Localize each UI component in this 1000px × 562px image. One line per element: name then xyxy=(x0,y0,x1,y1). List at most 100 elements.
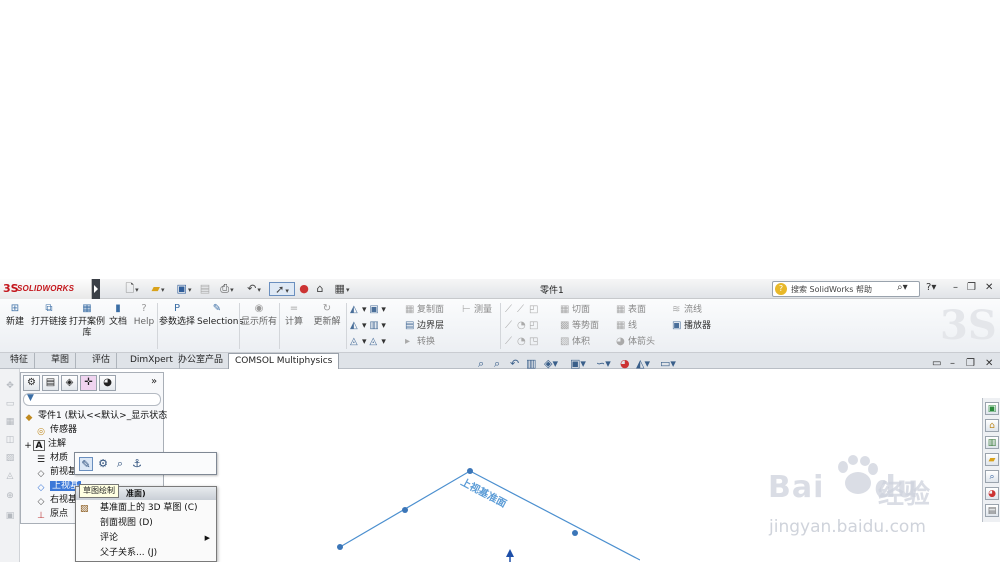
help-search-box[interactable]: ? 搜索 SolidWorks 帮助 ⌕▾ xyxy=(772,281,920,297)
show-all-button[interactable]: ◉ 显示所有 xyxy=(241,303,277,328)
home-icon[interactable]: ⌂ xyxy=(985,419,999,432)
tool-icon[interactable]: ▭ xyxy=(4,399,16,409)
menu-item-3d-sketch-on-plane[interactable]: ▨ 基准面上的 3D 草图 (C) xyxy=(76,501,216,515)
apply-scene-icon[interactable]: ◭▾ xyxy=(636,357,650,371)
solidworks-resources-icon[interactable]: ▣ xyxy=(985,402,999,415)
viewport-close-icon[interactable]: ✕ xyxy=(985,358,993,369)
hide-show-items-icon[interactable]: ∽▾ xyxy=(596,357,611,371)
file-explorer-icon[interactable]: ▰ xyxy=(985,453,999,466)
save-button[interactable]: ▣▾ xyxy=(172,282,196,296)
measure-button[interactable]: ⊢ 测量 xyxy=(462,304,492,316)
player-button[interactable]: ▣ 播放器 xyxy=(672,320,711,332)
open-file-button[interactable]: ▰▾ xyxy=(146,282,170,296)
options-button[interactable]: ▦▾ xyxy=(330,282,354,296)
viewport-minimize-icon[interactable]: ▭ xyxy=(932,358,941,369)
open-example-library-button[interactable]: ▦ 打开案例库 xyxy=(69,303,105,339)
convert-button[interactable]: ▸ 转换 xyxy=(405,336,435,348)
copy-face-button[interactable]: ▦ 复制面 xyxy=(405,304,444,316)
featuremanager-tab-icon[interactable]: ⚙ xyxy=(23,375,40,391)
chevron-down-icon[interactable]: ▾ xyxy=(285,287,289,295)
line-button[interactable]: ▦ 线 xyxy=(616,320,637,332)
tab-evaluate[interactable]: 评估 xyxy=(86,353,118,369)
tree-item-front-plane[interactable]: ◇ 前视基 xyxy=(35,465,77,479)
plot-tools-row-1[interactable]: ⟋ ⟋ ◰ xyxy=(505,304,541,316)
print-button[interactable]: ▤ xyxy=(198,282,212,296)
streamline-button[interactable]: ≋ 流线 xyxy=(672,304,702,316)
tool-icon[interactable]: ◬ xyxy=(4,471,16,481)
previous-view-icon[interactable]: ↶ xyxy=(510,357,519,371)
tab-comsol-multiphysics[interactable]: COMSOL Multiphysics xyxy=(228,353,340,370)
chevron-down-icon[interactable]: ▾ xyxy=(135,286,139,294)
rebuild-button[interactable]: ● xyxy=(298,282,310,296)
help-menu-button[interactable]: ?▾ xyxy=(926,282,936,293)
parameter-select-button[interactable]: P 参数选择 xyxy=(159,303,195,328)
tree-item-right-plane[interactable]: ◇ 右视基 xyxy=(35,493,77,507)
edit-feature-icon[interactable]: ⚙ xyxy=(96,457,110,471)
tool-icon[interactable]: ▨ xyxy=(4,453,16,463)
solidworks-logo[interactable]: 3S SOLIDWORKS xyxy=(0,279,92,299)
close-icon[interactable]: ✕ xyxy=(985,282,993,293)
surface-button[interactable]: ▦ 表面 xyxy=(616,304,646,316)
plot-tools-row-2[interactable]: ⟋ ◔ ◰ xyxy=(505,320,541,332)
expand-icon[interactable]: + xyxy=(23,441,33,452)
open-link-button[interactable]: ⧉ 打开链接 xyxy=(31,303,67,328)
tool-icon[interactable]: ⊕ xyxy=(4,491,16,501)
menu-item-parent-child[interactable]: 父子关系... (J) xyxy=(76,546,216,560)
propertymanager-tab-icon[interactable]: ▤ xyxy=(42,375,59,391)
tool-icon[interactable]: ▦ xyxy=(4,417,16,427)
select-button[interactable]: ➚▾ xyxy=(269,282,295,296)
tab-features[interactable]: 特征 xyxy=(4,353,36,369)
tab-sketch[interactable]: 草图 xyxy=(45,353,77,369)
menu-item-comment[interactable]: 评论 ▶ xyxy=(76,531,216,545)
design-library-icon[interactable]: ▥ xyxy=(985,436,999,449)
search-icon[interactable]: ⌕ xyxy=(985,470,999,483)
cut-plane-button[interactable]: ▦ 切面 xyxy=(560,304,590,316)
menu-expand-arrow[interactable] xyxy=(92,279,100,299)
zoom-to-fit-icon[interactable]: ⌕ xyxy=(478,357,484,371)
tool-icon[interactable]: ◫ xyxy=(4,435,16,445)
tree-item-sensors[interactable]: ◎ 传感器 xyxy=(35,423,77,437)
display-style-icon[interactable]: ▣▾ xyxy=(570,357,586,371)
custom-properties-icon[interactable]: ▤ xyxy=(985,504,999,517)
geometry-tools-row-1[interactable]: ◭ ▾ ▣ ▾ xyxy=(350,304,386,316)
top-plane-graphic[interactable]: 上视基准面 xyxy=(320,460,640,562)
view-settings-icon[interactable]: ▭▾ xyxy=(660,357,676,371)
volume-arrow-button[interactable]: ◕ 体箭头 xyxy=(616,336,655,348)
new-button[interactable]: ⊞ 新建 xyxy=(3,303,27,328)
chevron-down-icon[interactable]: ▾ xyxy=(346,286,350,294)
tree-item-annotations[interactable]: + A 注解 xyxy=(23,437,66,451)
dimxpert-tab-icon[interactable]: ✛ xyxy=(80,375,97,391)
volume-button[interactable]: ▧ 体积 xyxy=(560,336,590,348)
viewport-minimize-icon[interactable]: – xyxy=(950,358,955,369)
tree-filter-input[interactable]: ▼ xyxy=(23,393,161,406)
document-button[interactable]: ▮ 文档 xyxy=(106,303,130,328)
selections-button[interactable]: ✎ Selections xyxy=(197,303,243,328)
isosurface-button[interactable]: ▩ 等势面 xyxy=(560,320,599,332)
view-orientation-icon[interactable]: ◈▾ xyxy=(544,357,558,371)
update-solution-button[interactable]: ↻ 更新解 xyxy=(309,303,345,328)
tree-item-material[interactable]: ☰ 材质 xyxy=(35,451,68,465)
menu-item-section-view[interactable]: 剖面视图 (D) xyxy=(76,516,216,530)
section-view-icon[interactable]: ▥ xyxy=(526,357,536,371)
chevron-down-icon[interactable]: ▾ xyxy=(257,286,261,294)
zoom-to-selection-icon[interactable]: ⌕ xyxy=(113,457,127,471)
display-manager-tab-icon[interactable]: ◕ xyxy=(99,375,116,391)
configurationmanager-tab-icon[interactable]: ◈ xyxy=(61,375,78,391)
appearances-icon[interactable]: ◕ xyxy=(985,487,999,500)
chevron-down-icon[interactable]: ▾ xyxy=(188,286,192,294)
geometry-tools-row-3[interactable]: ◬ ▾ ◬ ▾ xyxy=(350,336,386,348)
new-file-button[interactable]: 🗋▾ xyxy=(120,282,144,296)
edit-appearance-icon[interactable]: ◕ xyxy=(620,357,630,371)
normal-to-icon[interactable]: ⚓ xyxy=(130,457,144,471)
viewport-restore-icon[interactable]: ❐ xyxy=(966,358,975,369)
minimize-icon[interactable]: – xyxy=(953,282,958,293)
chevron-right-icon[interactable]: » xyxy=(151,376,157,387)
chevron-down-icon[interactable]: ▾ xyxy=(161,286,165,294)
boundary-layer-button[interactable]: ▤ 边界层 xyxy=(405,320,444,332)
tree-root[interactable]: ◆ 零件1 (默认<<默认>_显示状态 xyxy=(23,409,168,423)
tab-office-products[interactable]: 办公室产品 xyxy=(172,353,231,369)
compute-button[interactable]: = 计算 xyxy=(281,303,307,328)
print-preview-button[interactable]: ⎙▾ xyxy=(215,282,239,296)
plot-tools-row-3[interactable]: ⟋ ◔ ◳ xyxy=(505,336,541,348)
zoom-to-area-icon[interactable]: ⌕ xyxy=(494,357,500,371)
